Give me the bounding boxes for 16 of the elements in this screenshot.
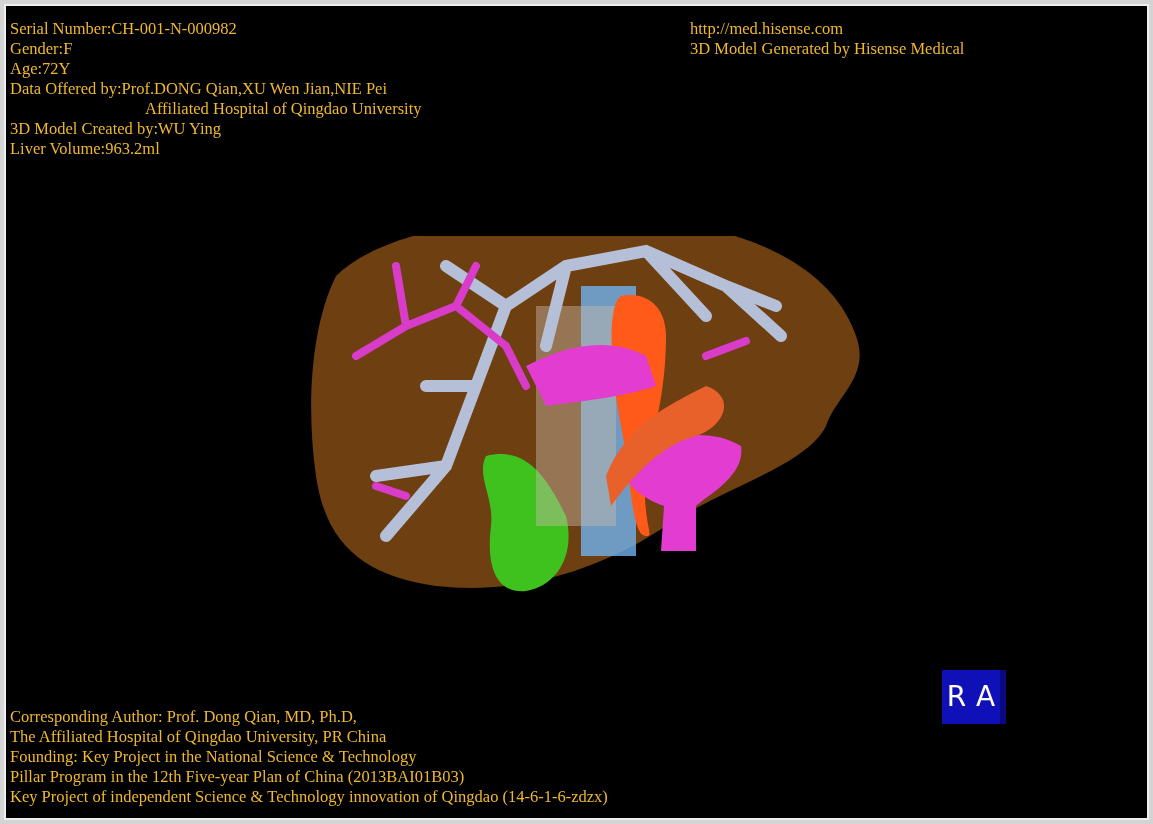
info-text: 3D Model Created by:WU Ying	[10, 119, 223, 139]
footer-text: Founding: Key Project in the National Science & Technology	[10, 747, 418, 767]
footer-text: Corresponding Author: Prof. Dong Qian, MD, Ph.D,	[10, 707, 358, 727]
footer-text: Pillar Program in the 12th Five-year Plan of China (2013BAI01B03)	[10, 767, 466, 787]
info-text: Gender:F	[10, 39, 74, 59]
info-continuation-text: Affiliated Hospital of Qingdao University	[144, 99, 422, 119]
orientation-label: A	[976, 679, 996, 715]
credit-text: 3D Model Generated by Hisense Medical	[690, 39, 965, 59]
info-text: Liver Volume:963.2ml	[10, 139, 161, 159]
info-text: Age:72Y	[10, 59, 72, 79]
info-text: Serial Number:CH-001-N-000982	[10, 19, 238, 39]
info-text: Data Offered by:Prof.DONG Qian,XU Wen Jian,NIE Pei	[10, 79, 389, 99]
credit-text: http://med.hisense.com	[690, 19, 845, 39]
footer-text: The Affiliated Hospital of Qingdao University, PR China	[10, 727, 388, 747]
orientation-label: R	[946, 679, 967, 715]
footer-text: Key Project of independent Science & Technology innovation of Qingdao (14-6-1-6-zdzx)	[10, 787, 608, 807]
